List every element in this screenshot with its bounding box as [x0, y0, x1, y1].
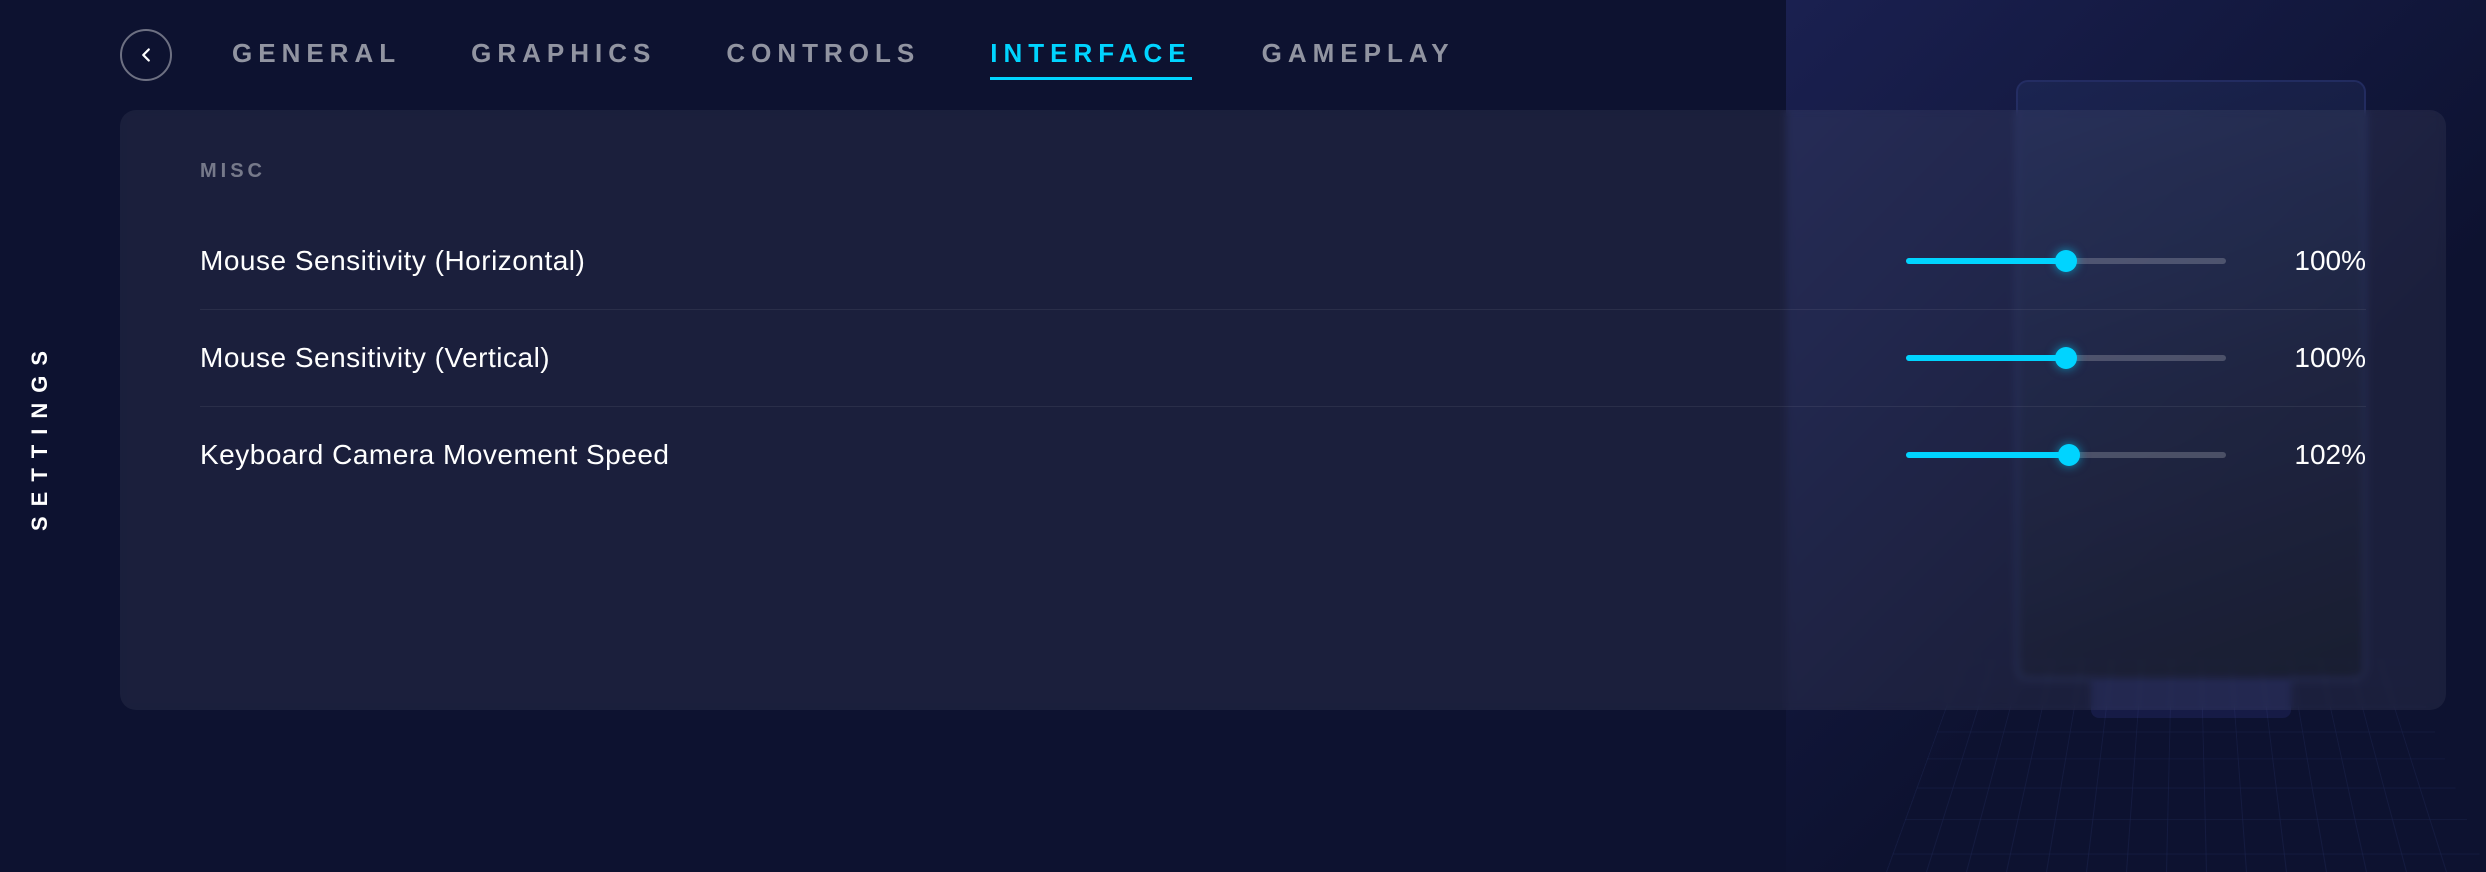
tab-interface[interactable]: INTERFACE: [990, 30, 1191, 80]
sidebar: SETTINGS: [0, 0, 80, 872]
slider-wrapper-mouse-v: [1906, 354, 2226, 362]
slider-value-mouse-h: 100%: [2266, 245, 2366, 277]
slider-fill-keyboard-cam: [1906, 452, 2069, 458]
settings-panel: MISC Mouse Sensitivity (Horizontal) 100%…: [120, 110, 2446, 710]
slider-fill-mouse-h: [1906, 258, 2066, 264]
slider-container-mouse-h: 100%: [1906, 245, 2366, 277]
slider-container-mouse-v: 100%: [1906, 342, 2366, 374]
slider-fill-mouse-v: [1906, 355, 2066, 361]
slider-value-mouse-v: 100%: [2266, 342, 2366, 374]
section-title: MISC: [200, 160, 2366, 183]
slider-thumb-keyboard-cam[interactable]: [2058, 444, 2080, 466]
slider-wrapper-keyboard-cam: [1906, 451, 2226, 459]
slider-wrapper-mouse-h: [1906, 257, 2226, 265]
main-content: GENERAL GRAPHICS CONTROLS INTERFACE GAME…: [80, 0, 2486, 872]
top-nav: GENERAL GRAPHICS CONTROLS INTERFACE GAME…: [80, 0, 2486, 110]
tab-gameplay[interactable]: GAMEPLAY: [1262, 30, 1455, 80]
tab-graphics[interactable]: GRAPHICS: [471, 30, 656, 80]
setting-label-keyboard-cam: Keyboard Camera Movement Speed: [200, 439, 1906, 471]
back-button[interactable]: [120, 29, 172, 81]
slider-thumb-mouse-v[interactable]: [2055, 347, 2077, 369]
setting-label-mouse-h: Mouse Sensitivity (Horizontal): [200, 245, 1906, 277]
slider-thumb-mouse-h[interactable]: [2055, 250, 2077, 272]
nav-tabs: GENERAL GRAPHICS CONTROLS INTERFACE GAME…: [232, 30, 1455, 80]
back-arrow-icon: [135, 44, 157, 66]
tab-controls[interactable]: CONTROLS: [726, 30, 920, 80]
slider-value-keyboard-cam: 102%: [2266, 439, 2366, 471]
setting-label-mouse-v: Mouse Sensitivity (Vertical): [200, 342, 1906, 374]
slider-container-keyboard-cam: 102%: [1906, 439, 2366, 471]
settings-vertical-label: SETTINGS: [27, 341, 53, 531]
setting-row-mouse-h: Mouse Sensitivity (Horizontal) 100%: [200, 213, 2366, 310]
setting-row-mouse-v: Mouse Sensitivity (Vertical) 100%: [200, 310, 2366, 407]
tab-general[interactable]: GENERAL: [232, 30, 401, 80]
setting-row-keyboard-cam: Keyboard Camera Movement Speed 102%: [200, 407, 2366, 503]
